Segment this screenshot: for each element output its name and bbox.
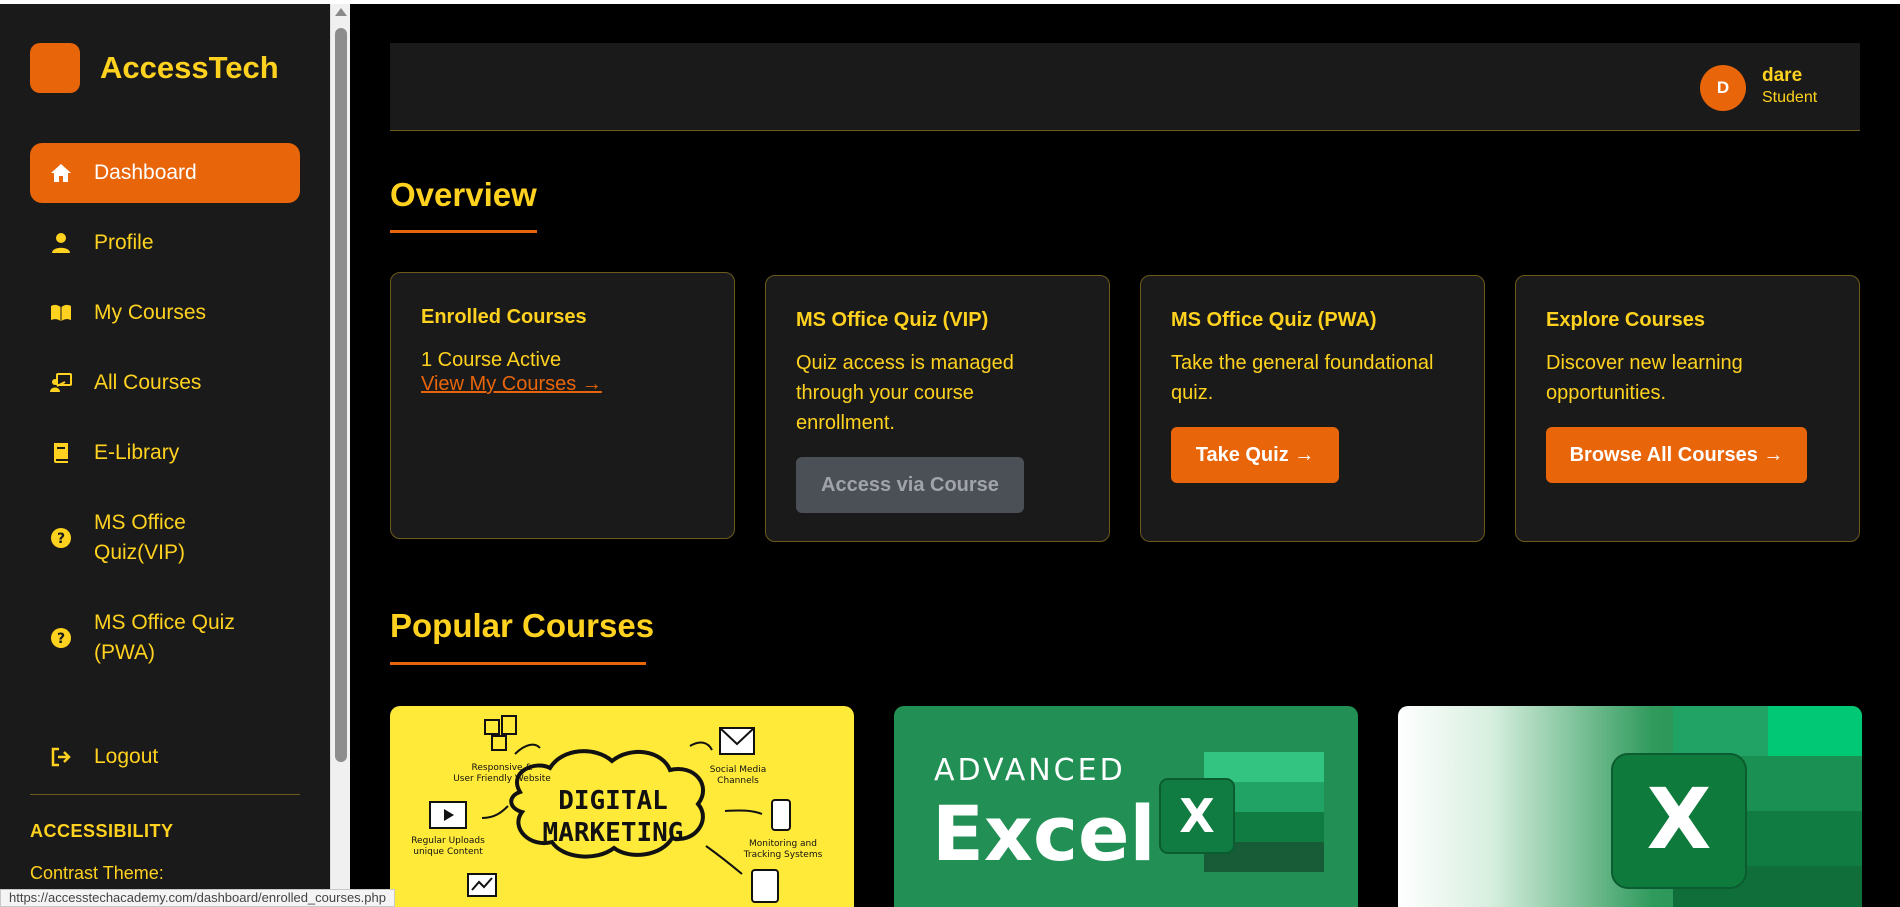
course-image-label: Social Media (710, 765, 767, 775)
card-ms-office-quiz-pwa: MS Office Quiz (PWA) Take the general fo… (1140, 275, 1485, 542)
course-image-label: unique Content (413, 847, 483, 857)
question-circle-icon: ? (48, 625, 74, 651)
overview-underline (390, 230, 537, 233)
sidebar-item-label: Profile (94, 231, 154, 254)
brand[interactable]: AccessTech (30, 43, 279, 93)
status-bar-url: https://accesstechacademy.com/dashboard/… (0, 889, 395, 907)
scrollbar-thumb[interactable] (335, 28, 347, 762)
card-text: 1 Course Active (421, 349, 562, 371)
excel-thumbnail: X (1611, 706, 1862, 907)
sidebar-item-all-courses[interactable]: All Courses (30, 353, 300, 413)
course-image-label: Channels (717, 776, 759, 786)
course-image-text: Excel (932, 789, 1156, 878)
popular-courses-underline (390, 662, 646, 665)
course-image-text: DIGITAL (558, 786, 668, 816)
top-header: D dare Student (390, 43, 1860, 131)
take-quiz-button[interactable]: Take Quiz → (1171, 427, 1339, 483)
card-ms-office-quiz-vip: MS Office Quiz (VIP) Quiz access is mana… (765, 275, 1110, 542)
course-card-excel[interactable]: X (1398, 706, 1862, 907)
user-icon (48, 230, 74, 256)
card-text: Take the general foundational quiz. (1171, 352, 1434, 404)
teacher-board-icon (48, 370, 74, 396)
logout-icon (48, 744, 74, 770)
mobile-phone-icon (771, 799, 791, 831)
excel-logo-letter: X (1647, 770, 1712, 868)
sidebar-item-ms-office-quiz-vip[interactable]: ? MS Office Quiz(VIP) (30, 493, 300, 583)
course-card-digital-marketing[interactable]: DIGITAL MARKETING Responsive & User Frie… (390, 706, 854, 907)
course-image-label: Regular Uploads (411, 836, 485, 846)
book-open-icon (48, 300, 74, 326)
card-text: Quiz access is managed through your cour… (796, 352, 1014, 434)
card-text: Discover new learning opportunities. (1546, 352, 1743, 404)
view-my-courses-link[interactable]: View My Courses → (421, 373, 602, 396)
course-image-text: ADVANCED (934, 753, 1126, 788)
course-image-label: Tracking Systems (743, 850, 823, 860)
course-image-label: Responsive & (472, 763, 533, 773)
advanced-excel-thumbnail: ADVANCED Excel X (932, 752, 1324, 878)
digital-marketing-thumbnail: DIGITAL MARKETING Responsive & User Frie… (411, 715, 823, 903)
sidebar-item-dashboard[interactable]: Dashboard (30, 143, 300, 203)
sidebar-item-logout[interactable]: Logout (30, 727, 300, 787)
course-image-label: Monitoring and (749, 839, 817, 849)
user-role: Student (1762, 89, 1818, 106)
access-via-course-button[interactable]: Access via Course (796, 457, 1024, 513)
user-name: dare (1762, 65, 1803, 86)
overview-heading: Overview (390, 176, 537, 213)
sidebar: AccessTech Dashboard Profile My Courses (0, 4, 330, 907)
sidebar-item-ms-office-quiz-pwa[interactable]: ? MS Office Quiz (PWA) (30, 593, 300, 683)
brand-name: AccessTech (100, 50, 279, 85)
course-image-label: User Friendly Website (453, 774, 551, 784)
contrast-theme-label: Contrast Theme: (30, 863, 164, 883)
svg-text:?: ? (57, 531, 65, 547)
sidebar-item-label: MS Office Quiz(VIP) (94, 511, 186, 564)
avatar[interactable]: D (1700, 65, 1746, 111)
sidebar-item-label: My Courses (94, 301, 207, 324)
sidebar-item-label: Logout (94, 745, 159, 768)
excel-logo-icon (1204, 752, 1324, 782)
course-card-advanced-excel[interactable]: ADVANCED Excel X (894, 706, 1358, 907)
browse-all-courses-button[interactable]: Browse All Courses → (1546, 427, 1807, 483)
sidebar-item-label: E-Library (94, 441, 180, 464)
card-explore-courses: Explore Courses Discover new learning op… (1515, 275, 1860, 542)
website-icon (484, 719, 500, 735)
sidebar-scrollbar[interactable] (330, 4, 350, 907)
sidebar-item-label: Dashboard (94, 161, 197, 184)
home-icon (48, 160, 74, 186)
card-title: Enrolled Courses (421, 306, 587, 328)
card-title: Explore Courses (1546, 309, 1705, 331)
sidebar-item-e-library[interactable]: E-Library (30, 423, 300, 483)
popular-courses-heading: Popular Courses (390, 607, 655, 644)
sidebar-item-my-courses[interactable]: My Courses (30, 283, 300, 343)
accessibility-title: ACCESSIBILITY (30, 821, 174, 841)
scroll-up-arrow-icon[interactable] (335, 8, 347, 16)
card-title: MS Office Quiz (PWA) (1171, 309, 1377, 331)
sidebar-item-profile[interactable]: Profile (30, 213, 300, 273)
tablet-icon (751, 869, 779, 903)
card-enrolled-courses: Enrolled Courses 1 Course Active View My… (390, 272, 735, 539)
book-icon (48, 440, 74, 466)
sidebar-item-label: MS Office Quiz (PWA) (94, 611, 235, 664)
sidebar-divider (30, 794, 300, 795)
card-title: MS Office Quiz (VIP) (796, 309, 989, 331)
svg-text:?: ? (57, 631, 65, 647)
sidebar-item-label: All Courses (94, 371, 202, 394)
excel-logo-letter: X (1179, 789, 1214, 843)
brand-logo (30, 43, 80, 93)
question-circle-icon: ? (48, 525, 74, 551)
course-image-text: MARKETING (543, 818, 684, 848)
